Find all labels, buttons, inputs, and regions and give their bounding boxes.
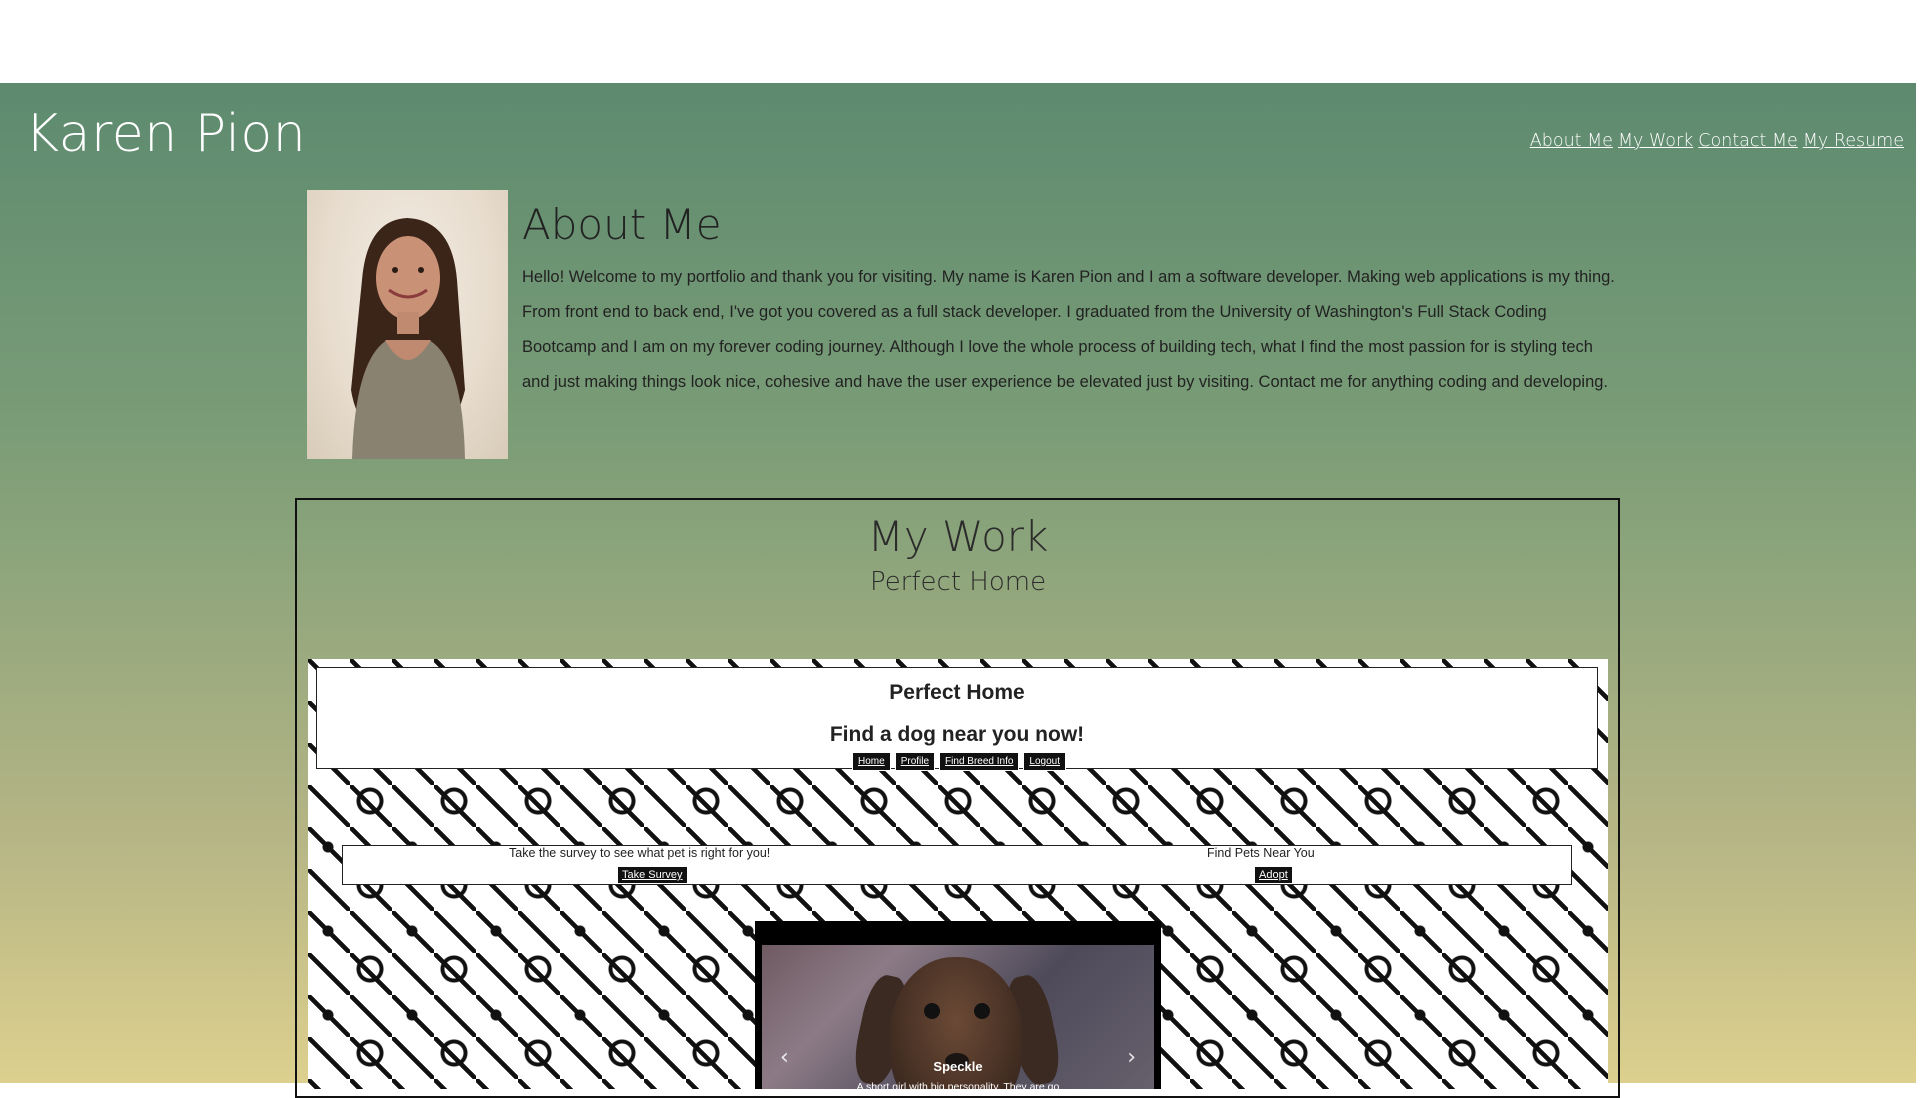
- adopt-button[interactable]: Adopt: [1255, 867, 1292, 883]
- screenshot-nav-profile[interactable]: Profile: [894, 752, 936, 771]
- carousel-description: A short girl with big personality. They …: [856, 1081, 1060, 1089]
- dog-eye-right: [974, 1003, 990, 1019]
- screenshot-nav-home[interactable]: Home: [852, 752, 891, 771]
- screenshot-title: Perfect Home: [889, 681, 1025, 704]
- take-survey-button[interactable]: Take Survey: [618, 867, 687, 883]
- profile-photo: [307, 190, 508, 459]
- dog-eye-left: [924, 1003, 940, 1019]
- dog-photo: ‹ › Speckle A short girl with big person…: [762, 945, 1154, 1089]
- screenshot-nav-logout[interactable]: Logout: [1023, 752, 1067, 771]
- project-title: Perfect Home: [869, 567, 1047, 597]
- about-title: About Me: [522, 200, 722, 249]
- survey-prompt: Take the survey to see what pet is right…: [509, 846, 771, 860]
- screenshot-nav: Home Profile Find Breed Info Logout: [852, 752, 1067, 771]
- nav-contact-me[interactable]: Contact Me: [1698, 131, 1798, 151]
- dog-carousel: ‹ › Speckle A short girl with big person…: [755, 921, 1161, 1089]
- main-nav: About Me My Work Contact Me My Resume: [1530, 131, 1904, 151]
- site-name: Karen Pion: [25, 104, 307, 164]
- carousel-caption: Speckle: [933, 1059, 983, 1074]
- screenshot-nav-find-breed-info[interactable]: Find Breed Info: [939, 752, 1020, 771]
- nav-about-me[interactable]: About Me: [1530, 131, 1613, 151]
- work-title: My Work: [867, 512, 1049, 561]
- screenshot-tagline: Find a dog near you now!: [829, 723, 1085, 746]
- nav-my-work[interactable]: My Work: [1618, 131, 1693, 151]
- nav-my-resume[interactable]: My Resume: [1803, 131, 1904, 151]
- find-pets-label: Find Pets Near You: [1207, 846, 1315, 860]
- about-body: Hello! Welcome to my portfolio and thank…: [522, 268, 1615, 391]
- screenshot-cta-bar: Take the survey to see what pet is right…: [342, 845, 1572, 885]
- project-screenshot[interactable]: Perfect Home Find a dog near you now! Ho…: [308, 659, 1608, 1089]
